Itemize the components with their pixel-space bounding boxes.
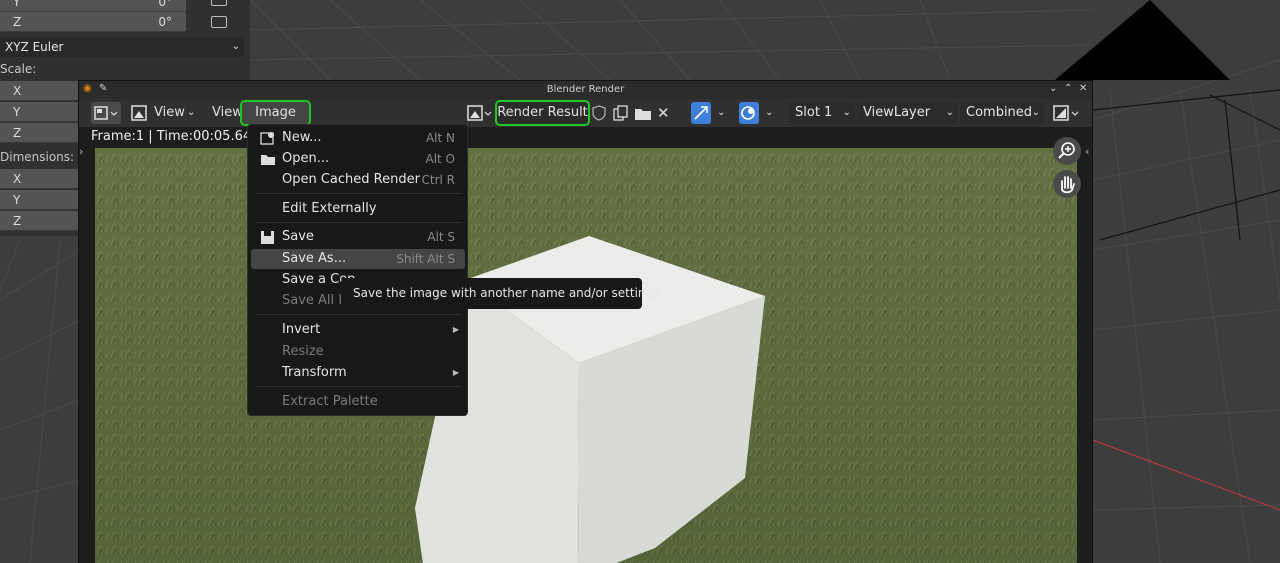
rendered-scene: [95, 148, 1077, 563]
save-as-tooltip: Save the image with another name and/or …: [341, 278, 663, 309]
dimension-y-label: Y: [13, 193, 21, 207]
sync-uv-icon[interactable]: [691, 102, 711, 124]
menu-item-transform[interactable]: Transform ▶: [251, 363, 465, 383]
chevron-down-icon: ⌄: [945, 107, 954, 118]
zoom-button[interactable]: [1053, 137, 1081, 165]
rotation-z-field[interactable]: Z 0°: [0, 12, 186, 32]
menu-item-extract-palette: Extract Palette: [282, 394, 378, 409]
chevron-down-icon: ⌄: [231, 41, 240, 52]
scale-label: Scale:: [0, 62, 37, 76]
rotation-z-value: 0°: [158, 15, 172, 29]
fake-user-shield-icon[interactable]: [591, 102, 607, 124]
menu-separator: [256, 314, 461, 315]
image-editor-icon: [94, 106, 118, 120]
lock-icon[interactable]: [211, 0, 227, 6]
dimension-z-field[interactable]: Z: [0, 211, 78, 231]
scale-z-label: Z: [13, 126, 22, 140]
duplicate-icon[interactable]: [612, 102, 630, 124]
chevron-down-icon: ⌄: [1031, 107, 1040, 118]
slot-value: Slot 1: [795, 105, 833, 120]
unlock-icon[interactable]: [211, 16, 227, 28]
scale-z-field[interactable]: Z: [0, 123, 78, 143]
hand-icon: [1061, 176, 1075, 194]
minimize-icon[interactable]: ⌄: [1049, 83, 1057, 94]
scale-x-label: X: [13, 84, 22, 98]
view-layer-select[interactable]: ViewLayer ⌄: [857, 102, 958, 124]
render-pass-value: Combined: [966, 105, 1033, 120]
folder-icon: [261, 155, 275, 165]
new-image-icon: [260, 132, 274, 145]
view-mode-icon[interactable]: [131, 102, 147, 124]
rotation-z-label: Z: [13, 15, 22, 29]
render-pass-select[interactable]: Combined ⌄: [960, 102, 1044, 124]
dimensions-label: Dimensions:: [0, 150, 75, 164]
submenu-arrow-icon: ▶: [452, 368, 459, 377]
dimension-y-field[interactable]: Y: [0, 190, 78, 210]
view-menu[interactable]: View: [212, 102, 243, 124]
overlay-icon[interactable]: [739, 102, 759, 124]
zoom-icon: [1058, 142, 1075, 159]
image-menu[interactable]: Image: [240, 100, 311, 126]
render-image-canvas[interactable]: [95, 148, 1077, 563]
editor-type-button[interactable]: [91, 102, 121, 124]
menu-item-open-cached-render[interactable]: Open Cached Render Ctrl R: [251, 170, 465, 190]
unlink-close-icon[interactable]: ✕: [657, 102, 670, 124]
chevron-down-icon: ⌄: [187, 107, 196, 118]
slot-select[interactable]: Slot 1 ⌄: [789, 102, 855, 124]
chevron-down-icon: ⌄: [842, 107, 851, 118]
dimension-z-label: Z: [13, 214, 22, 228]
menu-separator: [256, 193, 461, 194]
pan-button[interactable]: [1053, 170, 1081, 198]
chevron-left-icon[interactable]: ‹: [1085, 145, 1089, 158]
render-window: ◉ ✎ Blender Render ⌄ ⌃ ✕ View ⌄ View Ima…: [78, 80, 1093, 563]
menu-separator: [256, 386, 461, 387]
menu-item-open[interactable]: Open... Alt O: [251, 149, 465, 169]
rotation-y-label: Y: [13, 0, 21, 9]
scale-x-field[interactable]: X: [0, 81, 78, 101]
view-mode-menu[interactable]: View: [154, 102, 185, 124]
menu-item-resize: Resize: [282, 344, 324, 359]
chevron-down-icon: ⌄: [765, 107, 774, 118]
dimension-x-field[interactable]: X: [0, 169, 78, 189]
image-dropdown-menu: New... Alt N Open... Alt O Open Cached R…: [247, 124, 468, 416]
menu-item-edit-externally[interactable]: Edit Externally: [251, 199, 465, 219]
display-channels-icon[interactable]: [1053, 102, 1083, 124]
menu-separator: [256, 222, 461, 223]
menu-item-save-as[interactable]: Save As... Shift Alt S: [251, 249, 465, 269]
menu-item-invert[interactable]: Invert ▶: [251, 320, 465, 340]
render-result-field[interactable]: Render Result: [495, 100, 590, 126]
rotation-y-value: 0°: [158, 0, 172, 9]
window-title: Blender Render: [546, 84, 625, 95]
menu-item-new[interactable]: New... Alt N: [251, 128, 465, 148]
rotation-y-field[interactable]: Y 0°: [0, 0, 186, 12]
chevron-down-icon: ⌄: [717, 107, 726, 118]
dimension-x-label: X: [13, 172, 22, 186]
scale-y-label: Y: [13, 105, 21, 119]
rotation-mode-value: XYZ Euler: [5, 40, 64, 54]
chevron-right-icon[interactable]: ›: [79, 145, 83, 158]
window-titlebar: ◉ ✎ Blender Render ⌄ ⌃ ✕: [79, 81, 1092, 99]
close-window-icon[interactable]: ✕: [1079, 83, 1087, 94]
save-icon: [261, 231, 274, 244]
image-editor-header: View ⌄ View Image Render Result ✕ ⌄ ⌄ Sl…: [79, 99, 1092, 127]
browse-image-icon[interactable]: [467, 102, 493, 124]
rotation-mode-select[interactable]: XYZ Euler ⌄: [0, 37, 244, 57]
menu-item-save[interactable]: Save Alt S: [251, 227, 465, 247]
submenu-arrow-icon: ▶: [452, 325, 459, 334]
view-layer-value: ViewLayer: [863, 105, 931, 120]
scale-y-field[interactable]: Y: [0, 102, 78, 122]
open-folder-icon[interactable]: [634, 102, 652, 124]
maximize-icon[interactable]: ⌃: [1064, 83, 1072, 94]
